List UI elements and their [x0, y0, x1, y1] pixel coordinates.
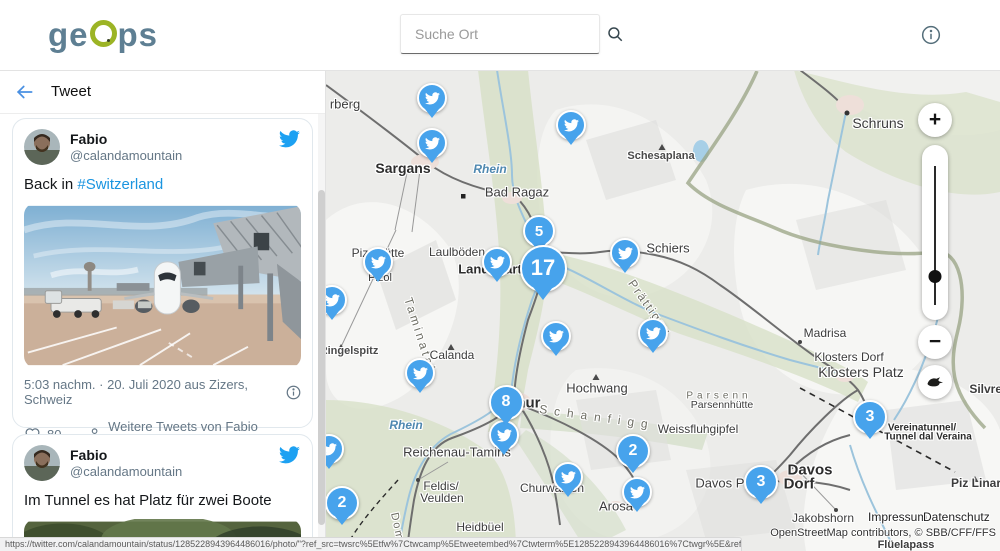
map-label: Tunnel dal Veraina: [884, 432, 972, 443]
tweet-cluster-marker[interactable]: 3: [744, 465, 778, 499]
tweet-card[interactable]: Fabio @calandamountain Back in #Switzerl…: [12, 118, 313, 428]
datenschutz-link[interactable]: Datenschutz: [923, 510, 990, 524]
impressum-link[interactable]: Impressum: [868, 510, 927, 524]
map-label: Weissfluhgipfel: [658, 422, 738, 436]
map-label: Klosters Dorf: [814, 350, 883, 364]
map-label: Schesaplana: [627, 150, 694, 162]
zoom-slider-track: [934, 166, 936, 305]
geops-tweetmap-app: { "colors":{"pin":"#47a3ec","logo_green"…: [0, 0, 1000, 551]
tweet-marker[interactable]: [363, 247, 393, 277]
tweet-author: Fabio @calandamountain: [70, 445, 182, 481]
browser-status-bar: https://twitter.com/calandamountain/stat…: [0, 537, 742, 551]
back-arrow-icon[interactable]: [15, 84, 34, 100]
tweet-marker[interactable]: [405, 358, 435, 388]
zoom-out-label: −: [929, 330, 941, 354]
tweet-author-name: Fabio: [70, 131, 182, 148]
tweet-cluster-marker[interactable]: 17: [520, 245, 567, 292]
logo-text-right: ps: [118, 16, 159, 53]
tweet-card[interactable]: Fabio @calandamountain Im Tunnel es hat …: [12, 434, 313, 551]
map-label: Calanda: [430, 348, 475, 362]
map-label: Madrisa: [804, 326, 847, 340]
search-box: [400, 14, 600, 54]
tweet-text-plain: Back in: [24, 176, 77, 193]
tweet-sidebar: Tweet Fabio @calandamountain Back in: [0, 70, 326, 551]
map-label: Heidbüel: [456, 520, 503, 534]
tweet-cluster-marker[interactable]: 3: [853, 400, 887, 434]
tweet-timestamp: 5:03 nachm. · 20. Juli 2020 aus Zizers, …: [24, 377, 286, 407]
logo-o-icon: [90, 20, 117, 47]
search-input[interactable]: [413, 25, 598, 43]
sidebar-title: Tweet: [51, 83, 91, 100]
twitter-bird-icon[interactable]: [279, 130, 300, 148]
tweet-meta: 5:03 nachm. · 20. Juli 2020 aus Zizers, …: [24, 377, 301, 407]
tweet-header: Fabio @calandamountain: [24, 445, 301, 481]
search-icon[interactable]: [606, 25, 624, 43]
zoom-in-button[interactable]: +: [918, 103, 952, 137]
zoom-out-button[interactable]: −: [918, 325, 952, 359]
tweet-cluster-marker[interactable]: 2: [326, 486, 359, 520]
bird-icon: [926, 375, 944, 389]
map-label: Piz Linar: [951, 476, 1000, 490]
tweet-hashtag-link[interactable]: #Switzerland: [77, 176, 163, 193]
tweet-marker[interactable]: [541, 321, 571, 351]
twitter-bird-icon[interactable]: [279, 446, 300, 464]
tweet-marker[interactable]: [638, 318, 668, 348]
map-label: Sargans: [375, 160, 430, 176]
tweet-cluster-marker[interactable]: 8: [489, 385, 524, 420]
map-label: Hochwang: [566, 381, 627, 396]
map-label: Dorf: [784, 476, 815, 493]
tweet-text: Im Tunnel es hat Platz für zwei Boote: [24, 492, 301, 509]
tweet-author-handle: @calandamountain: [70, 464, 182, 480]
tweet-marker[interactable]: [553, 462, 583, 492]
map-attribution[interactable]: OpenStreetMap contributors, © SBB/CFF/FF…: [770, 527, 996, 539]
zoom-in-label: +: [929, 108, 941, 132]
tweet-text: Back in #Switzerland: [24, 176, 301, 193]
avatar[interactable]: [24, 129, 60, 165]
tweet-marker[interactable]: [556, 110, 586, 140]
map-label: Klosters Platz: [818, 364, 904, 380]
app-header: geps: [0, 0, 1000, 71]
map-label: Laulböden: [429, 245, 485, 259]
tweet-cluster-marker[interactable]: 5: [523, 215, 555, 247]
map-label: Rhein: [389, 418, 422, 432]
tweet-marker[interactable]: [417, 83, 447, 113]
map-label: Veulden: [420, 491, 463, 505]
info-icon[interactable]: [921, 25, 941, 45]
map-label: Flüelapass: [878, 539, 935, 551]
tweet-text-plain: Im Tunnel es hat Platz für zwei Boote: [24, 492, 272, 509]
sidebar-scrollbar-track[interactable]: [318, 114, 325, 551]
map-label: Silvretta: [969, 382, 1000, 396]
geops-logo[interactable]: geps: [48, 16, 158, 54]
map-label: Rhein: [473, 162, 506, 176]
sidebar-header: Tweet: [0, 70, 325, 114]
logo-text-left: ge: [48, 16, 89, 53]
tweet-header: Fabio @calandamountain: [24, 129, 301, 165]
map-label: Schruns: [852, 115, 903, 131]
tweet-cluster-marker[interactable]: 2: [616, 434, 650, 468]
tweet-marker[interactable]: [610, 238, 640, 268]
zoom-slider[interactable]: [922, 145, 948, 320]
tweet-info-icon[interactable]: [286, 385, 301, 400]
tweet-author-name: Fabio: [70, 447, 182, 464]
map-label: Ringelspitz: [326, 345, 378, 357]
zoom-slider-knob[interactable]: [929, 270, 942, 283]
tweet-author: Fabio @calandamountain: [70, 129, 182, 165]
map-label: Schiers: [646, 241, 689, 256]
tweet-marker[interactable]: [622, 477, 652, 507]
tweet-author-handle: @calandamountain: [70, 148, 182, 164]
map-label: Parsennhütte: [691, 399, 753, 411]
map[interactable]: Impressum Datenschutz OpenStreetMap cont…: [326, 70, 1000, 551]
bird-layer-button[interactable]: [918, 365, 952, 399]
map-label: rberg: [330, 97, 360, 112]
avatar[interactable]: [24, 445, 60, 481]
map-label: Bad Ragaz: [485, 185, 549, 200]
sidebar-scrollbar-thumb[interactable]: [318, 190, 325, 525]
tweet-marker[interactable]: [482, 247, 512, 277]
map-label: Jakobshorn: [792, 511, 854, 525]
tweet-photo-airport[interactable]: [24, 203, 301, 368]
tweet-marker[interactable]: [417, 128, 447, 158]
